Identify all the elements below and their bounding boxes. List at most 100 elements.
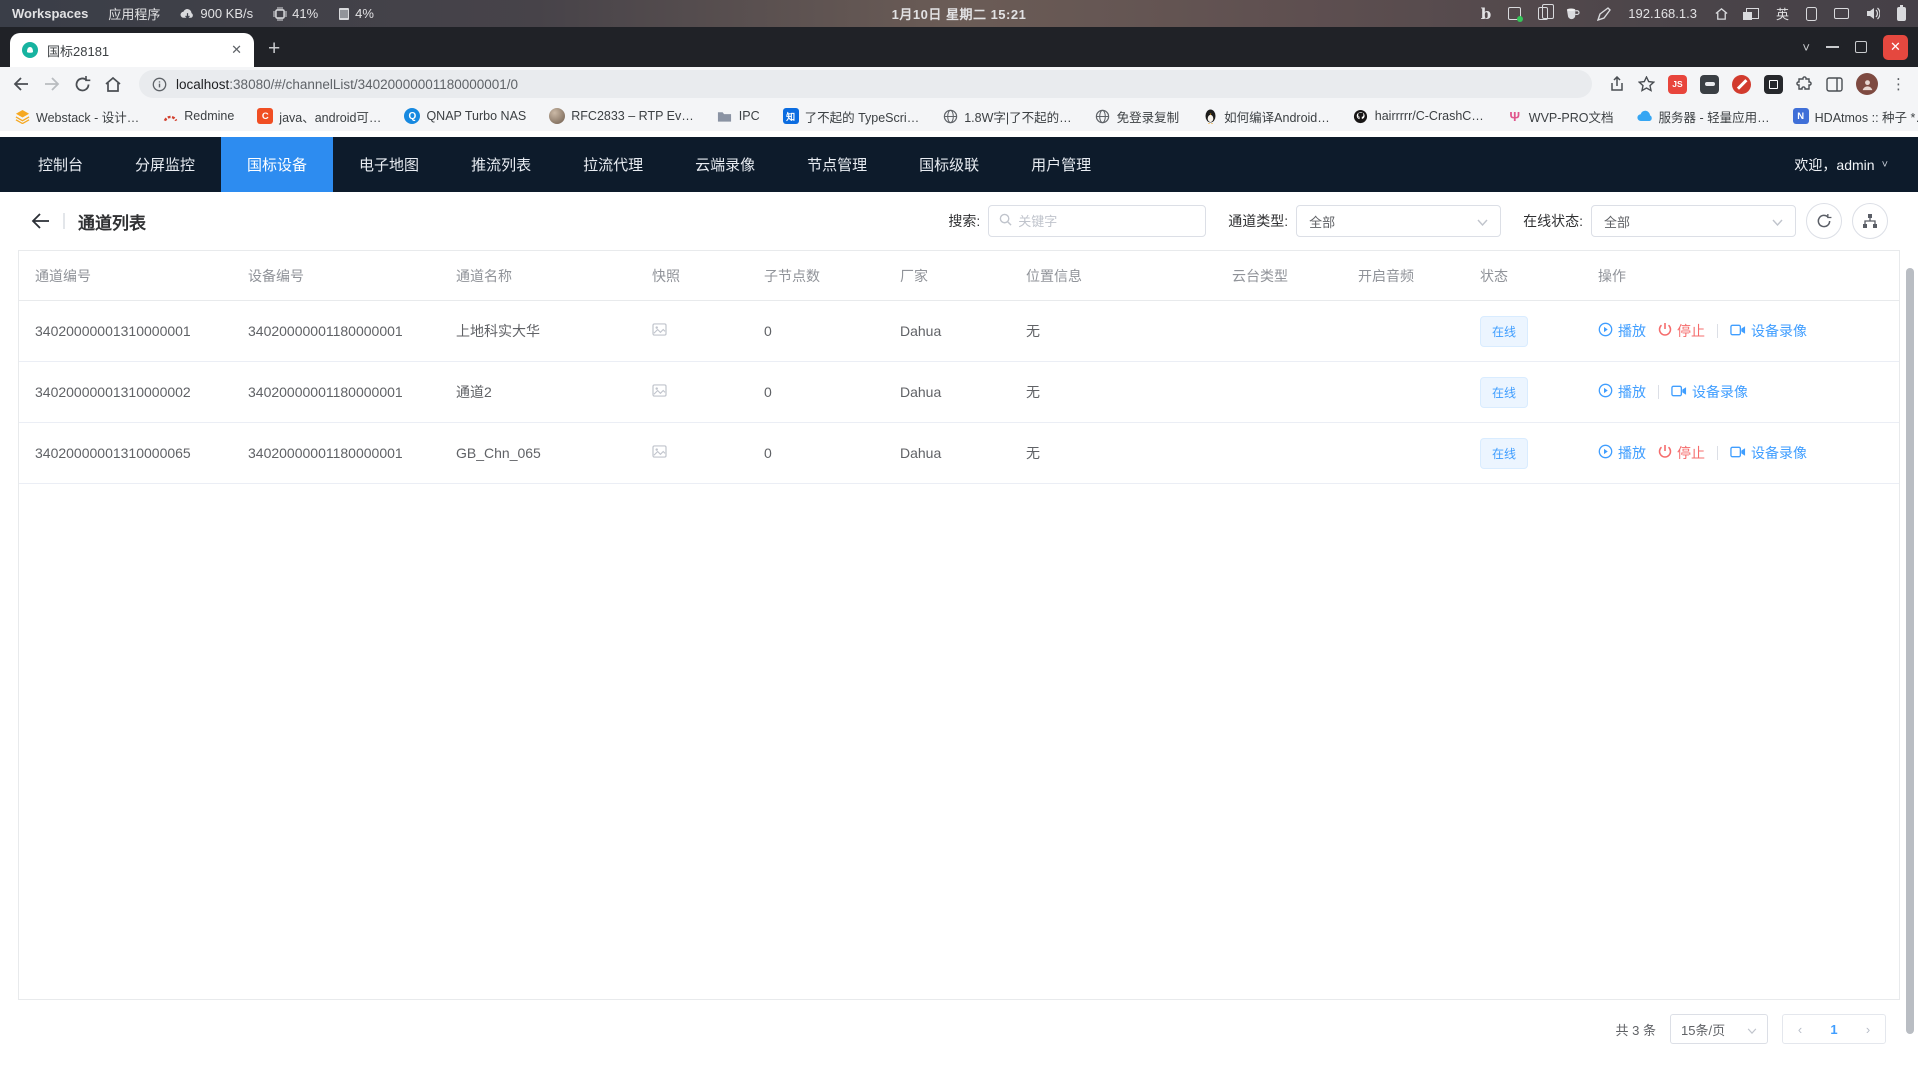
device-record-button[interactable]: 设备录像 xyxy=(1730,321,1807,341)
extension-adblock-icon[interactable] xyxy=(1732,75,1751,94)
penguin-icon xyxy=(1202,108,1218,124)
scrollbar-thumb[interactable] xyxy=(1906,268,1914,1034)
extensions-puzzle-icon[interactable] xyxy=(1796,76,1813,93)
window-maximize-button[interactable] xyxy=(1855,41,1867,53)
bookmark-rfc2833[interactable]: RFC2833 – RTP Ev… xyxy=(549,108,694,124)
volume-icon[interactable] xyxy=(1866,7,1880,20)
bookmark-label: hairrrrr/C-CrashC… xyxy=(1375,109,1484,123)
prev-page-button[interactable]: ‹ xyxy=(1783,1015,1817,1043)
coffee-cup-icon[interactable] xyxy=(1565,7,1580,20)
nav-item-gb-cascade[interactable]: 国标级联 xyxy=(893,137,1005,192)
bookmark-webstack[interactable]: Webstack - 设计… xyxy=(14,107,139,126)
search-box[interactable] xyxy=(988,205,1206,237)
snapshot-image-icon[interactable] xyxy=(652,384,667,397)
bookmark-copy-nologin[interactable]: 免登录复制 xyxy=(1095,107,1180,126)
bookmark-label: java、android可… xyxy=(279,107,381,126)
bing-tray-icon[interactable]: b xyxy=(1481,5,1492,23)
address-bar[interactable]: localhost:38080/#/channelList/3402000000… xyxy=(139,70,1592,98)
system-bar-left: Workspaces 应用程序 900 KB/s 41% 4% xyxy=(12,4,374,23)
reload-icon[interactable] xyxy=(74,76,91,93)
channel-id: 34020000001310000002 xyxy=(19,384,232,400)
bookmark-folder-ipc[interactable]: IPC xyxy=(717,108,760,124)
nav-item-cloud-record[interactable]: 云端录像 xyxy=(669,137,781,192)
bookmark-zhihu-typescript[interactable]: 知 了不起的 TypeScri… xyxy=(783,107,920,126)
nav-item-console[interactable]: 控制台 xyxy=(12,137,109,192)
browser-menu-icon[interactable]: ⋮ xyxy=(1891,75,1906,93)
device-record-button[interactable]: 设备录像 xyxy=(1730,443,1807,463)
extension-js-icon[interactable]: JS xyxy=(1668,75,1687,94)
page-back-button[interactable] xyxy=(30,212,50,230)
pagination: 共 3 条 15条/页 ‹ 1 › xyxy=(0,1000,1918,1044)
play-icon xyxy=(1598,322,1613,340)
status-badge[interactable]: 在线 xyxy=(1480,316,1528,347)
share-icon[interactable] xyxy=(1609,76,1625,92)
color-picker-icon[interactable] xyxy=(1597,7,1611,21)
snapshot-image-icon[interactable] xyxy=(652,323,667,336)
side-panel-icon[interactable] xyxy=(1826,77,1843,92)
extension-mask-icon[interactable] xyxy=(1700,75,1719,94)
bookmark-qnap[interactable]: Q QNAP Turbo NAS xyxy=(404,108,526,124)
back-icon[interactable] xyxy=(12,76,30,92)
extension-dark-icon[interactable] xyxy=(1764,75,1783,94)
bookmark-github-crash[interactable]: hairrrrr/C-CrashC… xyxy=(1353,108,1484,124)
snapshot-image-icon[interactable] xyxy=(652,445,667,458)
input-method-indicator[interactable]: 英 xyxy=(1776,4,1789,23)
letter-c-icon: C xyxy=(257,108,273,124)
bookmark-java-android[interactable]: C java、android可… xyxy=(257,107,381,126)
play-button[interactable]: 播放 xyxy=(1598,382,1646,402)
clipboard-icon[interactable] xyxy=(1538,7,1548,20)
clock[interactable]: 1月10日 星期二 15:21 xyxy=(892,4,1027,23)
bookmark-cloud-server[interactable]: 服务器 - 轻量应用… xyxy=(1637,107,1770,126)
nav-item-pull-proxy[interactable]: 拉流代理 xyxy=(557,137,669,192)
play-button[interactable]: 播放 xyxy=(1598,443,1646,463)
channel-type-select[interactable]: 全部 xyxy=(1296,205,1501,237)
online-status-select[interactable]: 全部 xyxy=(1591,205,1796,237)
status-badge[interactable]: 在线 xyxy=(1480,377,1528,408)
bookmark-label: 服务器 - 轻量应用… xyxy=(1659,107,1770,126)
display-icon[interactable] xyxy=(1834,8,1849,19)
device-record-button[interactable]: 设备录像 xyxy=(1671,382,1748,402)
bookmark-wvp-docs[interactable]: Ψ WVP-PRO文档 xyxy=(1507,107,1614,126)
nav-item-push-list[interactable]: 推流列表 xyxy=(445,137,557,192)
nav-item-emap[interactable]: 电子地图 xyxy=(333,137,445,192)
nav-item-split-monitor[interactable]: 分屏监控 xyxy=(109,137,221,192)
profile-avatar[interactable] xyxy=(1856,73,1878,95)
browser-tab[interactable]: 国标28181 ✕ xyxy=(10,33,254,67)
status-badge[interactable]: 在线 xyxy=(1480,438,1528,469)
refresh-button[interactable] xyxy=(1806,203,1842,239)
bookmark-article-1[interactable]: 1.8W字|了不起的… xyxy=(942,107,1071,126)
screenshot-app-icon[interactable] xyxy=(1508,7,1521,20)
bookmark-android-build[interactable]: 如何编译Android… xyxy=(1202,107,1330,126)
site-info-icon[interactable] xyxy=(152,77,167,92)
ip-address[interactable]: 192.168.1.3 xyxy=(1628,6,1697,21)
windows-stack-icon[interactable] xyxy=(1746,8,1759,19)
stop-button[interactable]: 停止 xyxy=(1658,321,1705,341)
phone-icon[interactable] xyxy=(1806,7,1817,21)
window-close-button[interactable]: ✕ xyxy=(1883,35,1908,60)
bookmark-star-icon[interactable] xyxy=(1638,76,1655,92)
forward-icon[interactable] xyxy=(43,76,61,92)
search-input[interactable] xyxy=(1018,214,1195,229)
nav-item-user-manage[interactable]: 用户管理 xyxy=(1005,137,1117,192)
tab-search-chevron-icon[interactable]: ˅ xyxy=(1802,40,1810,55)
nav-item-gb-devices[interactable]: 国标设备 xyxy=(221,137,333,192)
stop-button[interactable]: 停止 xyxy=(1658,443,1705,463)
play-button[interactable]: 播放 xyxy=(1598,321,1646,341)
page-size-select[interactable]: 15条/页 xyxy=(1670,1014,1768,1044)
page-size-value: 15条/页 xyxy=(1681,1020,1725,1039)
current-page[interactable]: 1 xyxy=(1817,1015,1851,1043)
home-tray-icon[interactable] xyxy=(1714,7,1729,21)
nav-item-node-manage[interactable]: 节点管理 xyxy=(781,137,893,192)
bookmark-redmine[interactable]: Redmine xyxy=(162,108,234,124)
workspaces-button[interactable]: Workspaces xyxy=(12,6,88,21)
home-icon[interactable] xyxy=(104,76,122,93)
applications-button[interactable]: 应用程序 xyxy=(108,4,160,23)
new-tab-button[interactable]: + xyxy=(268,38,280,59)
next-page-button[interactable]: › xyxy=(1851,1015,1885,1043)
bookmark-hdatmos[interactable]: N HDAtmos :: 种子 *… xyxy=(1793,107,1918,126)
window-minimize-button[interactable] xyxy=(1826,46,1839,48)
sphere-icon xyxy=(549,108,565,124)
user-menu[interactable]: 欢迎，admin ˅ xyxy=(1794,137,1918,192)
channel-tree-button[interactable] xyxy=(1852,203,1888,239)
tab-close-icon[interactable]: ✕ xyxy=(231,42,242,58)
